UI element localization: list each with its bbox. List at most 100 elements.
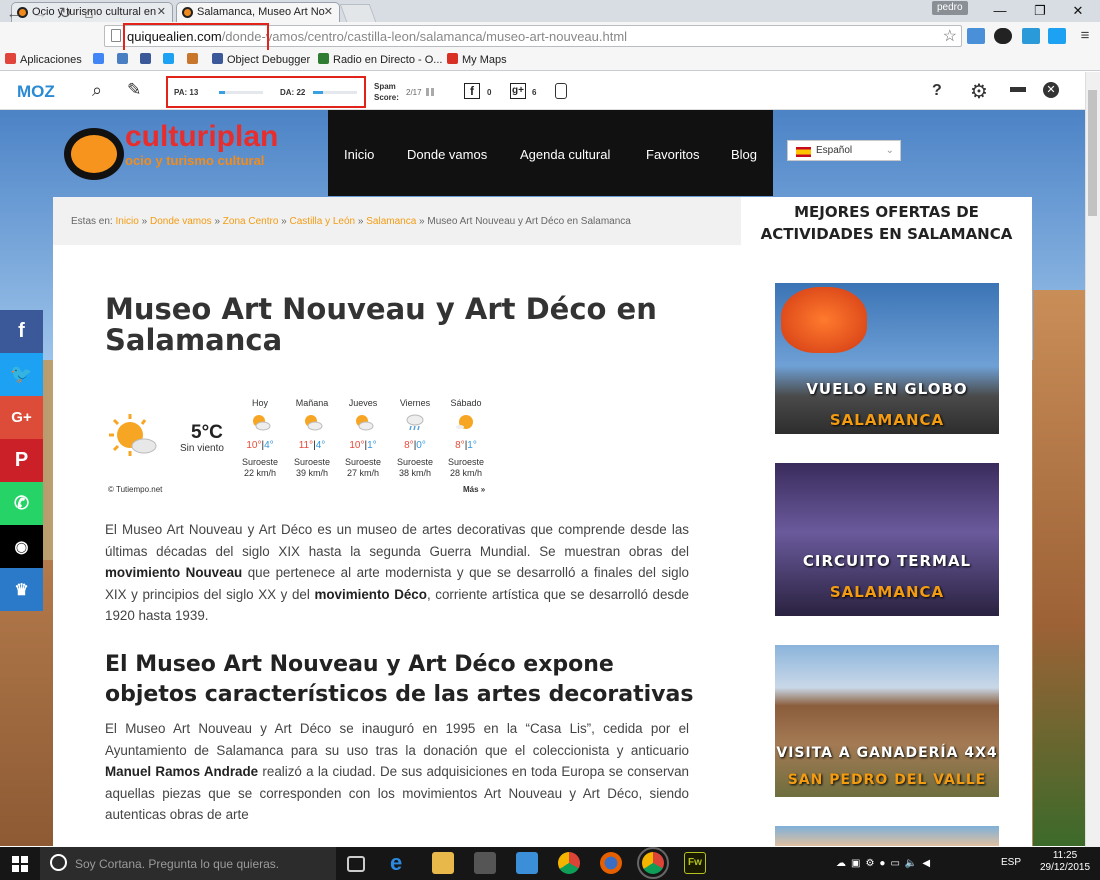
close-window-button[interactable]: ✕ [1060, 2, 1096, 20]
language-select[interactable]: Español ⌄ [787, 140, 901, 161]
site-favicon-icon [182, 7, 193, 18]
rain-cloud-icon [406, 414, 424, 431]
share-google-plus-button[interactable]: G+ [0, 396, 43, 439]
moz-extension-icon[interactable] [1022, 28, 1040, 44]
google-plus-count-icon[interactable]: g+ [510, 83, 526, 99]
share-tripadvisor-button[interactable]: ◉ [0, 525, 43, 568]
close-tab-icon[interactable]: ✕ [324, 3, 333, 21]
bookmark-facebook[interactable] [140, 53, 155, 66]
share-whatsapp-button[interactable]: ✆ [0, 482, 43, 525]
forward-icon[interactable]: → [31, 5, 49, 23]
forecast-temp: 11°|4° [298, 440, 326, 451]
back-icon[interactable]: ← [5, 5, 23, 23]
site-logo-name[interactable]: culturiplan [125, 120, 278, 154]
menu-icon[interactable]: ≡ [1076, 27, 1094, 45]
map-pin-icon [447, 53, 458, 64]
site-logo-icon[interactable] [64, 128, 124, 180]
translate-extension-icon[interactable] [967, 28, 985, 44]
file-explorer-icon[interactable] [432, 852, 454, 874]
nav-inicio[interactable]: Inicio [344, 147, 374, 162]
nav-agenda-cultural[interactable]: Agenda cultural [520, 147, 610, 162]
page-analysis-icon[interactable]: ⌕ [92, 80, 102, 101]
bookmark-radio[interactable]: Radio en Directo - O... [318, 53, 442, 66]
bookmark-twitter[interactable] [163, 53, 178, 66]
breadcrumb: Estas en: Inicio » Donde vamos » Zona Ce… [71, 216, 631, 227]
breadcrumb-donde-vamos[interactable]: Donde vamos [150, 216, 212, 227]
spam-label-2: Score: [374, 93, 399, 102]
firefox-icon[interactable] [600, 852, 622, 874]
fireworks-icon[interactable]: Fw [684, 852, 706, 874]
weather-credit[interactable]: © Tutiempo.net [108, 485, 162, 494]
apps-grid-icon [5, 53, 16, 64]
sun-icon [456, 415, 473, 429]
ad-hot-air-balloon[interactable]: VUELO EN GLOBO SALAMANCA [775, 283, 999, 434]
forecast-wind: Suroeste 39 km/h [293, 457, 331, 478]
input-language[interactable]: ESP [1001, 857, 1021, 868]
ad-circuito-termal[interactable]: CIRCUITO TERMAL SALAMANCA [775, 463, 999, 616]
bookmark-google[interactable] [93, 53, 108, 66]
profile-badge[interactable]: pedro [932, 1, 968, 15]
lock-icon[interactable] [555, 83, 567, 99]
media-player-icon[interactable] [516, 852, 538, 874]
share-facebook-button[interactable]: f [0, 310, 43, 353]
clock[interactable]: 11:25 29/12/2015 [1035, 850, 1095, 874]
spam-score-value[interactable]: 2/17 [406, 88, 422, 97]
close-tab-icon[interactable]: ✕ [157, 3, 166, 21]
gear-icon[interactable]: ⚙ [970, 79, 988, 104]
forecast-temp: 8°|1° [455, 440, 477, 451]
reload-icon[interactable]: ↻ [56, 5, 74, 23]
close-mozbar-icon[interactable]: ✕ [1043, 82, 1059, 98]
chevron-down-icon: ⌄ [885, 145, 894, 156]
share-bookmark-button[interactable]: ♛ [0, 568, 43, 611]
twitter-icon: 🐦 [10, 364, 33, 384]
chrome-icon[interactable] [558, 852, 580, 874]
edge-icon[interactable]: e [390, 852, 412, 874]
breadcrumb-inicio[interactable]: Inicio [115, 216, 138, 227]
bookmark-trophy[interactable] [187, 53, 202, 66]
bookmark-my-maps[interactable]: My Maps [447, 53, 507, 66]
breadcrumb-salamanca[interactable]: Salamanca [366, 216, 416, 227]
forecast-wind: Suroeste 27 km/h [344, 457, 382, 478]
bookmark-people[interactable] [117, 53, 132, 66]
maximize-button[interactable]: ❐ [1022, 2, 1058, 20]
highlighter-icon[interactable]: ✎ [127, 80, 141, 100]
home-icon[interactable]: ⌂ [80, 5, 98, 23]
breadcrumb-castilla-leon[interactable]: Castilla y León [290, 216, 356, 227]
bookmark-object-debugger[interactable]: Object Debugger [212, 53, 310, 66]
bookmark-apps[interactable]: Aplicaciones [5, 53, 82, 66]
radio-icon [318, 53, 329, 64]
new-tab-button[interactable] [339, 4, 377, 22]
nav-donde-vamos[interactable]: Donde vamos [407, 147, 487, 162]
nav-favoritos[interactable]: Favoritos [646, 147, 699, 162]
google-icon [93, 53, 104, 64]
help-icon[interactable]: ? [932, 82, 942, 100]
chrome-active-icon[interactable] [637, 847, 669, 879]
owl-extension-icon[interactable] [994, 28, 1012, 44]
nav-blog[interactable]: Blog [731, 147, 757, 162]
star-icon[interactable]: ☆ [943, 26, 957, 46]
highlight-box [166, 76, 366, 108]
share-twitter-button[interactable]: 🐦 [0, 353, 43, 396]
store-icon[interactable] [474, 852, 496, 874]
tab-salamanca[interactable]: Salamanca, Museo Art Nou ✕ [176, 2, 340, 22]
breadcrumb-zona-centro[interactable]: Zona Centro [223, 216, 279, 227]
cortana-placeholder: Soy Cortana. Pregunta lo que quieras. [75, 857, 280, 871]
ad-next[interactable] [775, 826, 999, 846]
system-tray-icons[interactable]: ☁▣⚙●▭🔈◀ [836, 858, 986, 870]
sun-cloud-icon [109, 414, 157, 456]
moz-logo[interactable]: MOZ [17, 82, 55, 102]
scrollbar-thumb[interactable] [1088, 90, 1097, 216]
minimize-button[interactable]: — [982, 2, 1018, 20]
facebook-count-icon[interactable]: f [464, 83, 480, 99]
section-heading: El Museo Art Nouveau y Art Déco expone o… [105, 652, 694, 707]
weather-more-link[interactable]: Más » [463, 485, 485, 494]
sun-cloud-icon [305, 415, 323, 431]
highlight-box [123, 23, 269, 53]
share-pinterest-button[interactable]: P [0, 439, 43, 482]
collapse-icon[interactable] [1010, 87, 1026, 92]
twitter-extension-icon[interactable] [1048, 28, 1066, 44]
windows-start-icon[interactable] [12, 856, 28, 872]
forecast-wind: Suroeste 28 km/h [447, 457, 485, 478]
task-view-icon[interactable] [347, 856, 365, 872]
ad-ganaderia[interactable]: VISITA A GANADERÍA 4X4 SAN PEDRO DEL VAL… [775, 645, 999, 797]
